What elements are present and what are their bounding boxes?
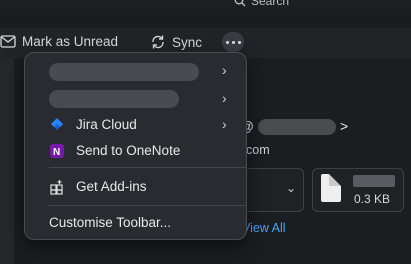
attachment-dropdown[interactable]: ⌄ [240,168,304,212]
document-icon [321,174,341,202]
redacted-block [258,119,336,136]
attachment-card[interactable]: 0.3 KB [312,168,404,212]
sync-button[interactable]: Sync [150,34,202,50]
menu-item-customise-toolbar[interactable]: Customise Toolbar... [25,211,246,235]
recipient-address: com [246,143,270,157]
onenote-icon: N [50,144,64,158]
search-label: Search [251,0,290,8]
sync-icon [152,35,164,49]
envelope-icon [0,35,16,48]
menu-item-get-add-ins[interactable]: Get Add-ins [25,175,246,199]
menu-separator [49,167,246,168]
window-top-strip [0,0,411,10]
ellipsis-icon [225,40,229,44]
view-all-link[interactable]: View All [242,221,286,235]
chevron-right-icon: › [222,62,227,78]
chevron-right-icon: › [222,90,227,106]
chevron-down-icon: ⌄ [285,181,296,195]
svg-text:N: N [53,147,60,158]
jira-cloud-label: Jira Cloud [76,117,137,132]
send-to-onenote-label: Send to OneNote [76,143,181,158]
redacted-block [49,63,199,81]
menu-item-redacted-1[interactable]: › [25,59,246,83]
jira-icon [51,118,63,130]
menu-item-jira-cloud[interactable]: Jira Cloud › [25,113,246,137]
search-icon [234,0,246,7]
menu-item-redacted-2[interactable]: › [25,87,246,111]
more-options-menu: › › Jira Cloud › N Send to OneNote Get A… [24,52,247,240]
redacted-block [49,90,179,108]
search-field[interactable]: Search [234,0,289,8]
add-ins-icon [50,180,63,195]
sender-suffix: > [340,118,349,134]
customise-toolbar-label: Customise Toolbar... [49,215,172,230]
attachment-name-redacted [353,175,395,187]
sync-label: Sync [172,34,203,50]
mark-as-unread-label: Mark as Unread [22,34,119,49]
sender-address[interactable]: a@> [232,118,349,136]
get-add-ins-label: Get Add-ins [76,179,147,194]
menu-separator [49,205,246,206]
chevron-right-icon: › [222,116,227,132]
mark-as-unread-button[interactable]: Mark as Unread [0,34,118,49]
message-list-pane-edge [0,58,15,264]
attachment-size: 0.3 KB [354,192,391,206]
more-options-button[interactable] [222,32,244,52]
menu-item-send-to-onenote[interactable]: N Send to OneNote [25,139,246,163]
